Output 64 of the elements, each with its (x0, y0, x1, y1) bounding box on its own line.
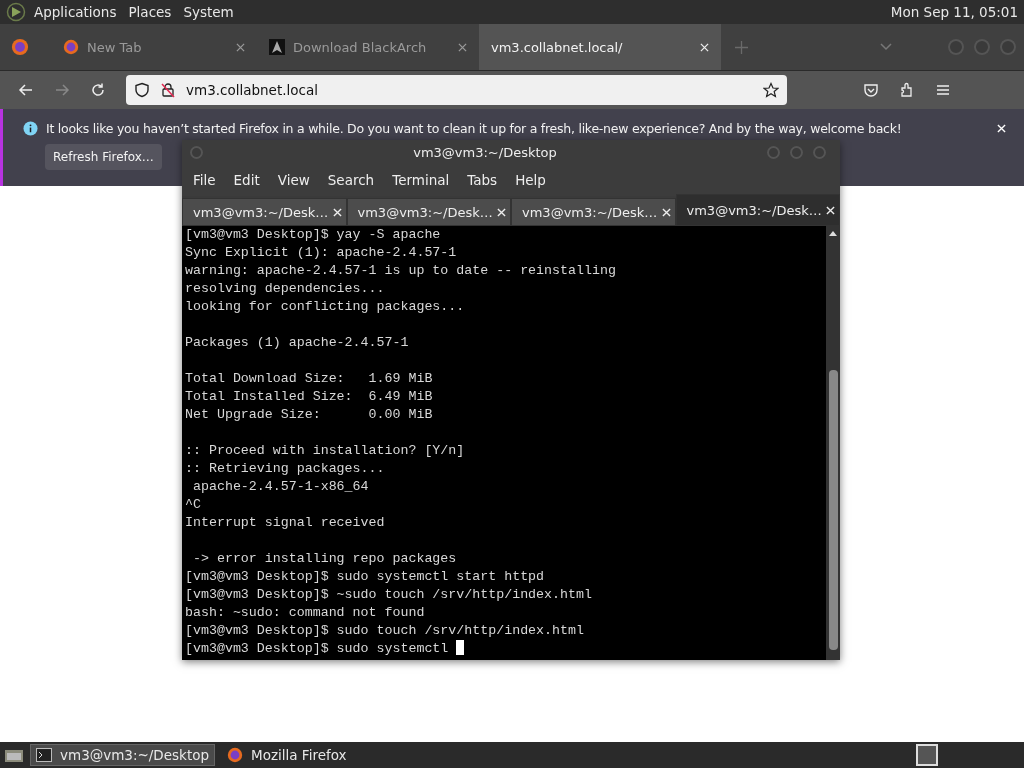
firefox-icon[interactable] (11, 38, 29, 56)
terminal-line: [vm3@vm3 Desktop]$ yay -S apache (185, 226, 442, 244)
terminal-line: ^C (185, 496, 202, 514)
terminal-tab[interactable]: vm3@vm3:~/Desk… (675, 194, 840, 226)
cursor (456, 640, 465, 655)
terminal-line: [vm3@vm3 Desktop]$ sudo systemctl (185, 640, 823, 658)
terminal-line: -> error installing repo packages (191, 550, 458, 568)
notification-message: It looks like you haven’t started Firefox in a while. Do you want to clean it up for a fresh, like-new experience? And by the way, welcome back! (46, 121, 902, 136)
back-icon[interactable] (18, 82, 34, 98)
menu-item[interactable]: Terminal (383, 172, 459, 188)
info-icon (23, 121, 38, 136)
taskbar-item[interactable]: Mozilla Firefox (221, 744, 353, 766)
menu-item[interactable]: Edit (224, 172, 269, 188)
scrollbar[interactable] (826, 226, 840, 660)
browser-tab[interactable]: Download BlackArch (257, 24, 479, 70)
browser-tab[interactable]: New Tab (51, 24, 257, 70)
firefox-icon (63, 39, 79, 55)
terminal-line: warning: apache-2.4.57-1 is up to date -- reinstalling (185, 262, 617, 280)
terminal-tab[interactable]: vm3@vm3:~/Desk… (346, 198, 511, 226)
terminal-line: [vm3@vm3 Desktop]$ sudo touch /srv/http/index.html (185, 622, 585, 640)
workspace-switcher[interactable] (916, 744, 938, 766)
panel-menu[interactable]: Places (128, 4, 172, 20)
terminal-line: Sync Explicit (1): apache-2.4.57-1 (185, 244, 458, 262)
triangle-logo-icon (269, 39, 285, 55)
terminal-icon (36, 748, 52, 762)
terminal-line: Total Installed Size: 6.49 MiB (185, 388, 434, 406)
address-bar[interactable]: vm3.collabnet.local (126, 75, 787, 105)
terminal-line: Net Upgrade Size: 0.00 MiB (185, 406, 434, 424)
refresh-button[interactable]: Refresh Firefox… (45, 144, 162, 170)
terminal-tab[interactable]: vm3@vm3:~/Desk… (182, 198, 347, 226)
menu-item[interactable]: Search (318, 172, 384, 188)
panel-menu[interactable]: System (183, 4, 234, 20)
menu-item[interactable]: Help (506, 172, 555, 188)
menu-item[interactable]: Tabs (458, 172, 507, 188)
clock[interactable]: Mon Sep 11, 05:01 (890, 4, 1018, 20)
pocket-icon[interactable] (863, 82, 879, 98)
terminal-line: apache-2.4.57-1-x86_64 (191, 478, 370, 496)
menu-item[interactable]: File (184, 172, 225, 188)
terminal-line: Interrupt signal received (185, 514, 386, 532)
scroll-up-icon[interactable] (829, 230, 837, 236)
terminal-line: bash: ~sudo: command not found (185, 604, 426, 622)
terminal-line: :: Retrieving packages... (185, 460, 386, 478)
terminal-line: looking for conflicting packages... (185, 298, 466, 316)
panel-menu[interactable]: Applications (34, 4, 117, 20)
reload-icon[interactable] (90, 82, 106, 98)
terminal-line: Packages (1) apache-2.4.57-1 (185, 334, 410, 352)
crossed-lock-icon (160, 82, 176, 98)
terminal-line: resolving dependencies... (185, 280, 386, 298)
terminal-line: [vm3@vm3 Desktop]$ sudo systemctl start httpd (185, 568, 546, 586)
firefox-icon (227, 747, 244, 763)
menu-item[interactable]: View (268, 172, 319, 188)
terminal-line: Total Download Size: 1.69 MiB (185, 370, 434, 388)
terminal-line: [vm3@vm3 Desktop]$ ~sudo touch /srv/http/index.html (185, 586, 593, 604)
terminal-tab[interactable]: vm3@vm3:~/Desk… (511, 198, 676, 226)
terminal-line: :: Proceed with installation? [Y/n] (185, 442, 466, 460)
desktop-icon[interactable] (4, 747, 24, 763)
shield-icon (134, 82, 150, 98)
puzzle-icon[interactable] (899, 82, 915, 98)
star-icon[interactable] (763, 82, 779, 98)
play-icon[interactable] (6, 2, 26, 22)
menu-icon[interactable] (935, 82, 951, 98)
window-title: vm3@vm3:~/Desktop (412, 144, 558, 160)
browser-tab[interactable]: vm3.collabnet.local/ (479, 24, 721, 70)
taskbar-item[interactable]: vm3@vm3:~/Desktop (30, 744, 216, 766)
